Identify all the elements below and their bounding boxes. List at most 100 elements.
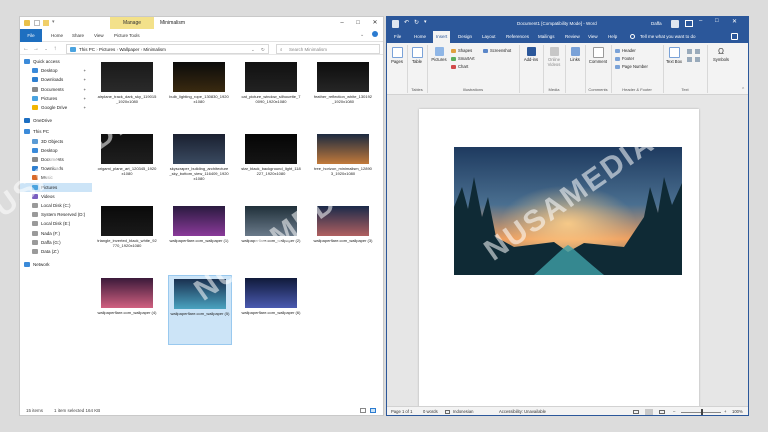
nav-item-local-disk-c-[interactable]: Local Disk (C:)	[20, 201, 92, 210]
manage-contextual-tab[interactable]: Manage	[110, 17, 154, 29]
page-number-button[interactable]: Page Number	[615, 63, 648, 70]
smartart-button[interactable]: SmartArt	[451, 55, 475, 62]
file-thumbnail[interactable]: wallpaperflare.com_wallpaper (1)	[168, 203, 230, 271]
nav-item-nada-f-[interactable]: Nada (F:)	[20, 229, 92, 238]
pictures-button[interactable]: Pictures	[429, 47, 449, 62]
forward-arrow-icon[interactable]: →	[32, 45, 40, 53]
tab-home[interactable]: Home	[411, 31, 429, 43]
tab-layout[interactable]: Layout	[479, 31, 499, 43]
tab-review[interactable]: Review	[562, 31, 583, 43]
language[interactable]: Indonesian	[453, 407, 474, 415]
file-thumbnail[interactable]: wallpaperflare.com_wallpaper (4)	[96, 275, 158, 343]
file-thumbnail[interactable]: wallpaperflare.com_wallpaper (2)	[240, 203, 302, 271]
back-arrow-icon[interactable]: ←	[22, 45, 30, 53]
nav-item-videos[interactable]: Videos	[20, 192, 92, 201]
file-thumbnail[interactable]: cat_picture_window_silhouette_70090_1920…	[240, 59, 302, 127]
close-button[interactable]: ✕	[367, 17, 383, 29]
nav-item-desktop[interactable]: Desktop ✦	[20, 66, 92, 75]
breadcrumb-minimalism[interactable]: Minimalism	[143, 47, 166, 52]
tab-insert[interactable]: Insert	[433, 31, 451, 43]
table-button[interactable]: Table	[409, 47, 425, 64]
properties-icon[interactable]	[34, 20, 40, 26]
tab-file[interactable]: File	[391, 31, 404, 43]
zoom-in-button[interactable]: +	[724, 407, 726, 415]
close-button[interactable]: ✕	[732, 18, 737, 25]
file-thumbnail[interactable]: wallpaperflare.com_wallpaper (5)	[168, 275, 232, 345]
nav-item-this-pc[interactable]: This PC	[20, 127, 92, 136]
nav-item-downloads[interactable]: Downloads	[20, 164, 92, 173]
tab-picture-tools[interactable]: Picture Tools	[110, 31, 144, 40]
file-thumbnail[interactable]: wallpaperflare.com_wallpaper (3)	[312, 203, 374, 271]
proofing-icon[interactable]	[445, 410, 450, 414]
comment-button[interactable]: Comment	[587, 47, 609, 64]
zoom-level[interactable]: 100%	[732, 407, 743, 415]
shapes-button[interactable]: Shapes	[451, 47, 472, 54]
file-thumbnail[interactable]: wallpaperflare.com_wallpaper (6)	[240, 275, 302, 343]
maximize-button[interactable]: □	[715, 18, 719, 24]
help-icon[interactable]	[372, 31, 378, 37]
tab-view[interactable]: View	[90, 31, 108, 40]
zoom-out-button[interactable]: –	[673, 407, 675, 415]
ribbon-display-options-icon[interactable]	[685, 20, 693, 27]
zoom-slider-thumb[interactable]	[701, 409, 703, 415]
file-thumbnail[interactable]: star_black_background_light_118227_1920x…	[240, 131, 302, 199]
nav-item-downloads[interactable]: Downloads ✦	[20, 75, 92, 84]
accessibility-status[interactable]: Accessibility: Unavailable	[499, 407, 546, 415]
wordart-icon[interactable]	[687, 57, 692, 62]
document-page[interactable]	[419, 109, 699, 415]
nav-item-pictures[interactable]: Pictures ✦	[20, 94, 92, 103]
web-layout-icon[interactable]	[659, 410, 665, 414]
up-arrow-icon[interactable]: ↑	[51, 45, 59, 53]
undo-icon[interactable]: ↶	[404, 19, 409, 26]
nav-item-documents[interactable]: Documents	[20, 155, 92, 164]
file-thumbnail[interactable]: tree_horizon_minimalism_128903_1920x1080	[312, 131, 374, 199]
signature-line-icon[interactable]	[695, 49, 700, 54]
address-bar[interactable]: This PC › Pictures › Wallpaper › Minimal…	[66, 44, 269, 54]
nav-item-network[interactable]: Network	[20, 260, 92, 269]
avatar[interactable]	[671, 20, 679, 28]
tab-help[interactable]: Help	[605, 31, 620, 43]
share-icon[interactable]	[731, 33, 738, 40]
tab-home[interactable]: Home	[47, 31, 67, 40]
recent-locations-icon[interactable]: ⌄	[42, 45, 50, 53]
nav-item-music[interactable]: Music	[20, 173, 92, 182]
footer-button[interactable]: Footer	[615, 55, 634, 62]
nav-item-3d-objects[interactable]: 3D Objects	[20, 137, 92, 146]
nav-item-google-drive[interactable]: Google Drive ✦	[20, 103, 92, 112]
header-button[interactable]: Header	[615, 47, 636, 54]
user-name[interactable]: Daffa	[651, 17, 662, 31]
nav-item-daffa-g-[interactable]: Daffa (G:)	[20, 238, 92, 247]
save-icon[interactable]	[392, 20, 399, 28]
large-icons-view-icon[interactable]	[370, 408, 376, 413]
redo-icon[interactable]: ↻	[414, 19, 419, 26]
search-input[interactable]: ⌕ Search Minimalism	[276, 44, 380, 54]
file-thumbnail[interactable]: feather_reflection_white_130192_1920x108…	[312, 59, 374, 127]
tell-me-search[interactable]: Tell me what you want to do	[637, 31, 699, 43]
customize-quick-access-icon[interactable]: ▾	[424, 19, 427, 25]
screenshot-button[interactable]: Screenshot	[483, 47, 511, 54]
collapse-ribbon-icon[interactable]: ⌃	[741, 87, 745, 93]
nav-item-local-disk-e-[interactable]: Local Disk (E:)	[20, 219, 92, 228]
breadcrumb-this-pc[interactable]: This PC	[79, 47, 95, 52]
minimize-button[interactable]: –	[334, 17, 350, 29]
chart-button[interactable]: Chart	[451, 63, 468, 70]
text-box-button[interactable]: Text Box	[665, 47, 683, 64]
details-view-icon[interactable]	[360, 408, 366, 413]
page-count[interactable]: Page 1 of 1	[391, 407, 412, 415]
nav-item-system-reserved-d-[interactable]: System Reserved (D:)	[20, 210, 92, 219]
file-thumbnail[interactable]: bulb_lighting_rope_130830_1920x1080	[168, 59, 230, 127]
customize-toolbar-icon[interactable]: ▾	[52, 19, 55, 25]
new-folder-icon[interactable]	[43, 20, 49, 26]
tab-mailings[interactable]: Mailings	[535, 31, 558, 43]
file-thumbnail[interactable]: airplane_track_dark_sky_119015_1920x1080	[96, 59, 158, 127]
nav-item-data-z-[interactable]: Data (Z:)	[20, 247, 92, 256]
tab-view[interactable]: View	[585, 31, 601, 43]
quick-parts-icon[interactable]	[687, 49, 692, 54]
breadcrumb-pictures[interactable]: Pictures	[99, 47, 115, 52]
refresh-icon[interactable]: ↻	[261, 45, 265, 54]
address-dropdown-icon[interactable]: ⌄	[251, 45, 255, 54]
maximize-button[interactable]: □	[350, 17, 366, 29]
print-layout-icon[interactable]	[645, 409, 653, 415]
word-count[interactable]: 0 words	[423, 407, 438, 415]
pages-button[interactable]: Pages	[389, 47, 405, 64]
